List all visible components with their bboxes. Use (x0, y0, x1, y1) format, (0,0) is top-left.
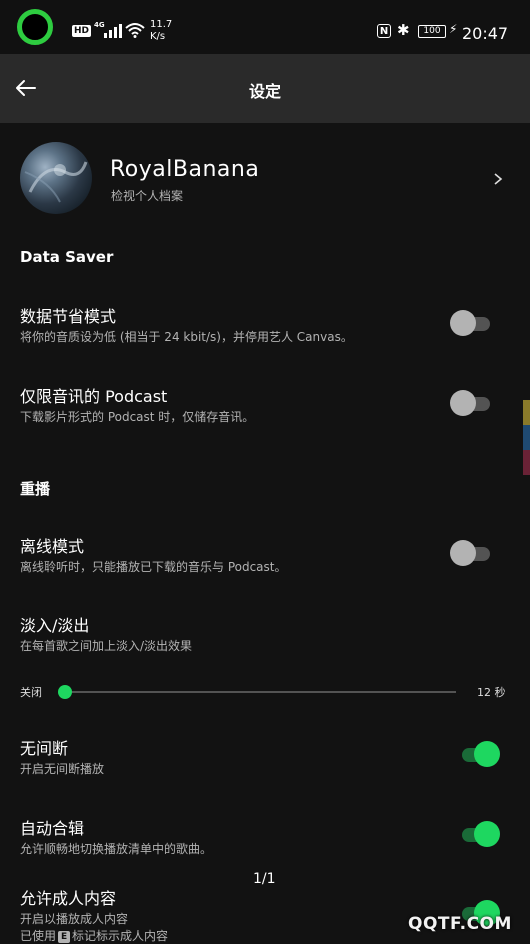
edge-strip-yellow (523, 400, 530, 425)
data-saver-toggle[interactable] (450, 310, 492, 336)
offline-mode-desc: 离线聆听时，只能播放已下载的音乐与 Podcast。 (20, 560, 287, 574)
speed-unit: K/s (150, 31, 166, 42)
crossfade-title: 淡入/淡出 (20, 616, 90, 635)
automix-toggle[interactable] (458, 821, 500, 847)
offline-mode-toggle[interactable] (450, 540, 492, 566)
avatar-artwork (24, 161, 88, 203)
section-data-saver: Data Saver (20, 248, 114, 266)
signal-icon (100, 22, 122, 38)
avatar[interactable] (20, 142, 92, 214)
section-playback: 重播 (20, 480, 51, 498)
gapless-toggle[interactable] (458, 741, 500, 767)
watermark: QQTF.COM (408, 914, 512, 934)
audio-only-podcast-title: 仅限音讯的 Podcast (20, 387, 168, 406)
offline-mode-title: 离线模式 (20, 537, 85, 556)
charging-icon: ⚡ (449, 22, 458, 36)
automix-desc: 允许顺畅地切换播放清单中的歌曲。 (20, 842, 213, 856)
gapless-title: 无间断 (20, 739, 69, 758)
explicit-title: 允许成人内容 (20, 889, 117, 908)
profile-name: RoyalBanana (110, 157, 260, 182)
edge-strip-blue (523, 425, 530, 450)
audio-only-podcast-desc: 下载影片形式的 Podcast 时，仅储存音讯。 (20, 410, 255, 424)
battery-icon: 100 (418, 25, 446, 38)
hd-badge: HD (72, 25, 92, 37)
crossfade-slider-thumb[interactable] (58, 685, 72, 699)
speed-value: 11.7 (150, 19, 173, 30)
nfc-icon: N (377, 24, 391, 38)
explicit-e-icon: E (58, 930, 71, 943)
status-bar: HD 4G 11.7 K/s N ✱ 100 ⚡ 20:47 (0, 0, 530, 54)
explicit-desc-2-after: 标记标示成人内容 (72, 929, 169, 943)
bluetooth-icon: ✱ (397, 21, 410, 39)
crossfade-slider-track[interactable] (66, 691, 456, 693)
data-saver-desc: 将你的音质设为低 (相当于 24 kbit/s)，并停用艺人 Canvas。 (20, 330, 353, 344)
explicit-desc-2-before: 已使用 (20, 929, 57, 943)
audio-only-podcast-toggle[interactable] (450, 390, 492, 416)
crossfade-min-label: 关闭 (20, 686, 42, 699)
app-header: 设定 (0, 54, 530, 123)
automix-title: 自动合辑 (20, 819, 85, 838)
explicit-desc: 开启以播放成人内容 (20, 912, 129, 926)
edge-strip-red (523, 450, 530, 475)
crossfade-max-label: 12 秒 (477, 686, 506, 699)
data-saver-title: 数据节省模式 (20, 307, 117, 326)
network-speed: 11.7 K/s (150, 19, 172, 43)
wifi-icon (125, 23, 145, 38)
notification-ring-icon (17, 9, 53, 45)
explicit-desc-2: 已使用 E 标记标示成人内容 (20, 927, 168, 944)
view-profile-label: 检视个人档案 (111, 189, 184, 203)
gapless-desc: 开启无间断播放 (20, 762, 105, 776)
chevron-right-icon (494, 173, 503, 185)
page-indicator: 1/1 (253, 871, 276, 887)
crossfade-desc: 在每首歌之间加上淡入/淡出效果 (20, 639, 193, 653)
clock: 20:47 (462, 24, 509, 43)
page-title: 设定 (248, 82, 281, 101)
